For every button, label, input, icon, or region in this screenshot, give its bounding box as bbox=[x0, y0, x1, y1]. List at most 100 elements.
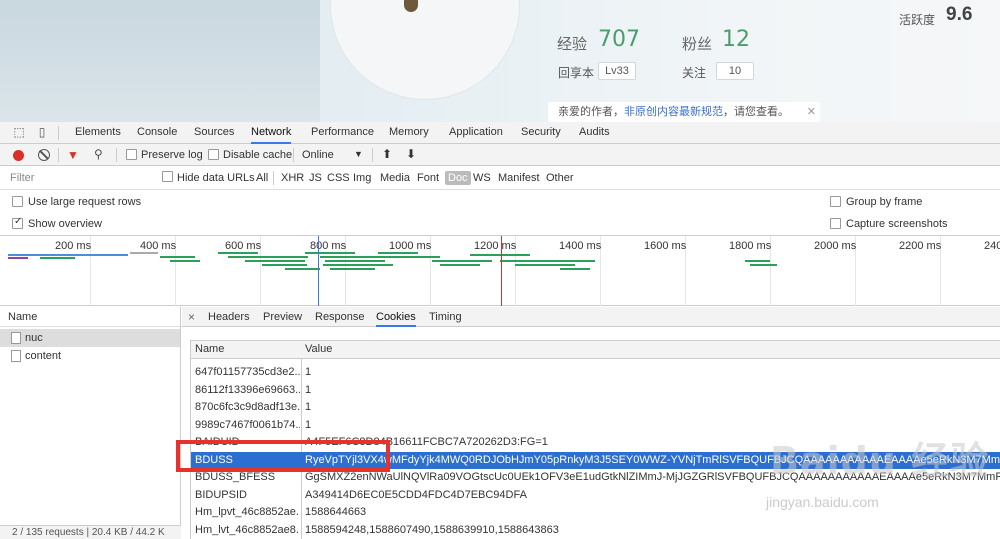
overview-bar bbox=[130, 252, 158, 254]
throttle-select[interactable]: Online bbox=[302, 149, 334, 161]
table-row[interactable]: Hm_lvt_46c8852ae8... 1588594248,158860749… bbox=[191, 522, 1000, 539]
overview-bar bbox=[325, 260, 385, 262]
close-icon[interactable]: × bbox=[188, 307, 195, 327]
record-icon[interactable] bbox=[13, 150, 24, 161]
filter-type-doc[interactable]: Doc bbox=[445, 171, 471, 185]
tab-headers[interactable]: Headers bbox=[208, 307, 250, 327]
separator bbox=[293, 148, 294, 162]
list-item[interactable]: nuc bbox=[0, 329, 180, 347]
tab-audits[interactable]: Audits bbox=[579, 122, 610, 144]
column-header-value[interactable]: Value bbox=[305, 341, 1000, 358]
cookie-name: 86112f13396e69663... bbox=[195, 383, 300, 396]
tick-label: 1800 ms bbox=[729, 240, 772, 252]
filter-type-manifest[interactable]: Manifest bbox=[498, 172, 540, 184]
tick-label: 600 ms bbox=[225, 240, 262, 252]
filter-row: Filter Hide data URLs All XHR JS CSS Img… bbox=[0, 166, 1000, 190]
large-rows-checkbox[interactable] bbox=[12, 196, 23, 207]
filter-type-xhr[interactable]: XHR bbox=[281, 172, 304, 184]
tab-performance[interactable]: Performance bbox=[311, 122, 374, 144]
tick-label: 1000 ms bbox=[389, 240, 432, 252]
tab-application[interactable]: Application bbox=[449, 122, 503, 144]
load-marker bbox=[501, 236, 502, 306]
overview-bar bbox=[228, 256, 308, 258]
capture-screenshots-checkbox[interactable] bbox=[830, 218, 841, 229]
overview-bar bbox=[750, 264, 777, 266]
tab-sources[interactable]: Sources bbox=[194, 122, 234, 144]
watermark-url: jingyan.baidu.com bbox=[766, 494, 879, 510]
overview-bar bbox=[440, 264, 480, 266]
overview-bar bbox=[245, 260, 305, 262]
filter-icon[interactable]: ▼ bbox=[67, 148, 81, 162]
tab-cookies[interactable]: Cookies bbox=[376, 307, 416, 327]
show-overview-checkbox[interactable] bbox=[12, 216, 23, 229]
filter-type-media[interactable]: Media bbox=[380, 172, 410, 184]
search-icon[interactable]: ⚲ bbox=[94, 147, 108, 161]
request-list-header[interactable]: Name bbox=[0, 307, 180, 327]
filter-type-js[interactable]: JS bbox=[309, 172, 322, 184]
tab-preview[interactable]: Preview bbox=[263, 307, 302, 327]
hide-data-urls-label: Hide data URLs bbox=[177, 172, 255, 184]
notice-link[interactable]: 非原创内容最新规范 bbox=[624, 105, 723, 118]
filter-type-all[interactable]: All bbox=[256, 172, 268, 184]
filter-input[interactable]: Filter bbox=[10, 172, 34, 184]
table-row[interactable]: 870c6fc3c9d8adf13e... 1 bbox=[191, 399, 1000, 417]
chevron-down-icon[interactable]: ▼ bbox=[354, 149, 363, 159]
tab-memory[interactable]: Memory bbox=[389, 122, 429, 144]
hide-data-urls-checkbox[interactable] bbox=[162, 171, 173, 182]
list-item[interactable]: content bbox=[0, 347, 180, 365]
overview-bar bbox=[40, 257, 75, 259]
tab-timing[interactable]: Timing bbox=[429, 307, 462, 327]
devtools-tabbar: ⬚ ▯ Elements Console Sources Network Per… bbox=[0, 122, 1000, 144]
separator bbox=[58, 126, 59, 140]
cookie-value: 1588644663 bbox=[305, 506, 367, 518]
tab-elements[interactable]: Elements bbox=[75, 122, 121, 144]
notice-suffix: ，请您查看。 bbox=[723, 105, 789, 118]
overview-bar bbox=[285, 268, 320, 270]
export-har-icon[interactable]: ⬇ bbox=[406, 147, 416, 161]
tab-network[interactable]: Network bbox=[251, 122, 292, 144]
inspect-icon[interactable]: ⬚ bbox=[12, 125, 26, 139]
tab-console[interactable]: Console bbox=[137, 122, 177, 144]
overview-bar bbox=[390, 256, 440, 258]
overview-bar bbox=[170, 260, 200, 262]
column-header-name[interactable]: Name bbox=[195, 341, 300, 358]
level-badge[interactable]: Lv33 bbox=[598, 62, 636, 80]
filter-type-other[interactable]: Other bbox=[546, 172, 574, 184]
filter-type-img[interactable]: Img bbox=[353, 172, 371, 184]
request-summary: 2 / 135 requests | 20.4 KB / 44.2 K bbox=[0, 525, 181, 539]
filter-type-font[interactable]: Font bbox=[417, 172, 439, 184]
table-row[interactable]: 86112f13396e69663... 1 bbox=[191, 382, 1000, 400]
tab-response[interactable]: Response bbox=[315, 307, 365, 327]
clear-icon[interactable] bbox=[38, 149, 50, 161]
request-name: nuc bbox=[25, 332, 43, 344]
large-rows-label: Use large request rows bbox=[28, 196, 142, 208]
filter-type-css[interactable]: CSS bbox=[327, 172, 350, 184]
overview-bar bbox=[160, 256, 195, 258]
follow-count[interactable]: 10 bbox=[716, 62, 754, 80]
overview-bar bbox=[330, 268, 375, 270]
tick-label: 800 ms bbox=[310, 240, 347, 252]
table-row[interactable]: 647f01157735cd3e2... 1 bbox=[191, 364, 1000, 382]
network-overview[interactable]: 200 ms 400 ms 600 ms 800 ms 1000 ms 1200… bbox=[0, 236, 1000, 306]
fans-value: 12 bbox=[722, 27, 750, 52]
cookie-name: Hm_lvt_46c8852ae8... bbox=[195, 523, 300, 536]
filter-type-ws[interactable]: WS bbox=[473, 172, 491, 184]
separator bbox=[372, 148, 373, 162]
dom-content-loaded-marker bbox=[318, 236, 319, 306]
activity-value: 9.6 bbox=[946, 4, 973, 25]
notice-close-icon[interactable]: ✕ bbox=[807, 102, 816, 122]
overview-bar bbox=[560, 268, 590, 270]
author-notice: 亲爱的作者，非原创内容最新规范，请您查看。 ✕ bbox=[548, 102, 820, 122]
disable-cache-checkbox[interactable] bbox=[208, 149, 219, 160]
import-har-icon[interactable]: ⬆ bbox=[382, 147, 392, 161]
notice-prefix: 亲爱的作者， bbox=[558, 105, 624, 118]
device-toggle-icon[interactable]: ▯ bbox=[35, 125, 49, 139]
overview-bar bbox=[320, 256, 400, 258]
group-by-frame-checkbox[interactable] bbox=[830, 196, 841, 207]
preserve-log-checkbox[interactable] bbox=[126, 149, 137, 160]
network-toolbar: ▼ ⚲ Preserve log Disable cache Online ▼ … bbox=[0, 144, 1000, 166]
page-header: 经验 707 粉丝 12 回享本 Lv33 关注 10 活跃度 9.6 亲爱的作… bbox=[0, 0, 1000, 122]
request-name: content bbox=[25, 350, 62, 362]
tab-security[interactable]: Security bbox=[521, 122, 561, 144]
cookie-value: 1 bbox=[305, 366, 312, 378]
